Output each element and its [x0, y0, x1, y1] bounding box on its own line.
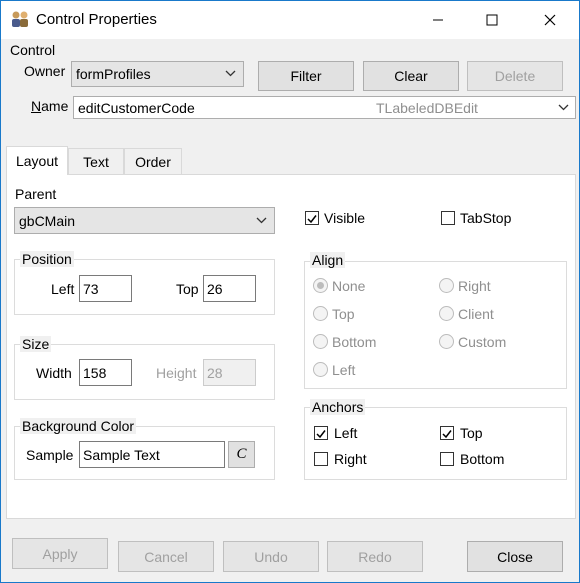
maximize-icon: [486, 14, 498, 26]
align-none-label: None: [332, 278, 366, 294]
filter-button[interactable]: Filter: [258, 61, 354, 91]
left-label: Left: [51, 281, 75, 297]
name-label: Name: [31, 98, 69, 114]
close-window-button[interactable]: [527, 1, 573, 39]
top-input[interactable]: 26: [203, 275, 256, 302]
align-bottom-radio[interactable]: [313, 334, 328, 349]
control-properties-window: Control Properties Control Owner formPro…: [0, 0, 580, 583]
parent-label: Parent: [15, 186, 57, 202]
app-icon: [10, 10, 30, 28]
chevron-down-icon: [558, 104, 569, 111]
cancel-button[interactable]: Cancel: [118, 541, 214, 572]
tab-text[interactable]: Text: [68, 148, 124, 174]
align-group-title: Align: [310, 252, 346, 268]
owner-combo-value: formProfiles: [76, 66, 151, 82]
checkmark-icon: [307, 215, 317, 224]
tab-order[interactable]: Order: [124, 148, 182, 174]
control-group-label: Control: [10, 42, 56, 58]
anchor-bottom-label: Bottom: [460, 451, 505, 467]
anchor-top-label: Top: [460, 425, 483, 441]
width-label: Width: [36, 365, 72, 381]
align-custom-radio[interactable]: [439, 334, 454, 349]
minimize-button[interactable]: [415, 1, 461, 39]
tabstop-checkbox[interactable]: [441, 211, 455, 225]
align-custom-label: Custom: [458, 334, 507, 350]
active-tab-joint: [7, 173, 67, 176]
align-left-label: Left: [332, 362, 356, 378]
apply-button[interactable]: Apply: [12, 538, 108, 569]
undo-button[interactable]: Undo: [223, 541, 319, 572]
chevron-down-icon: [225, 70, 236, 77]
tabstop-label: TabStop: [460, 210, 512, 226]
name-combo[interactable]: editCustomerCode TLabeledDBEdit: [73, 96, 576, 119]
parent-combo-value: gbCMain: [19, 212, 76, 229]
top-label: Top: [176, 281, 199, 297]
anchor-right-checkbox[interactable]: [314, 452, 328, 466]
window-title: Control Properties: [36, 11, 157, 28]
align-top-radio[interactable]: [313, 306, 328, 321]
visible-checkbox[interactable]: [305, 211, 319, 225]
maximize-button[interactable]: [469, 1, 515, 39]
left-input[interactable]: 73: [79, 275, 132, 302]
name-label-rest: ame: [41, 98, 69, 114]
close-button[interactable]: Close: [467, 541, 563, 572]
owner-combo[interactable]: formProfiles: [71, 61, 244, 87]
align-none-radio[interactable]: [313, 278, 328, 293]
title-bar[interactable]: Control Properties: [1, 1, 579, 39]
checkmark-icon: [442, 430, 452, 439]
align-client-radio[interactable]: [439, 306, 454, 321]
align-top-label: Top: [332, 306, 355, 322]
size-group-title: Size: [20, 336, 52, 352]
anchor-left-checkbox[interactable]: [314, 426, 328, 440]
align-left-radio[interactable]: [313, 362, 328, 377]
anchor-left-label: Left: [334, 425, 358, 441]
owner-label: Owner: [24, 63, 66, 79]
minimize-icon: [433, 19, 443, 21]
tab-layout[interactable]: Layout: [6, 146, 68, 175]
height-input[interactable]: 28: [203, 359, 256, 386]
anchor-bottom-checkbox[interactable]: [440, 452, 454, 466]
delete-button[interactable]: Delete: [467, 61, 563, 91]
align-bottom-label: Bottom: [332, 334, 377, 350]
color-picker-button[interactable]: C: [228, 441, 255, 468]
redo-button[interactable]: Redo: [327, 541, 423, 572]
parent-combo[interactable]: gbCMain: [14, 207, 275, 234]
align-right-label: Right: [458, 278, 491, 294]
anchors-group-title: Anchors: [310, 399, 366, 415]
anchor-top-checkbox[interactable]: [440, 426, 454, 440]
anchors-group: [304, 407, 567, 480]
chevron-down-icon: [256, 217, 267, 223]
sample-label: Sample: [26, 447, 74, 463]
height-label: Height: [156, 365, 197, 381]
name-type-label: TLabeledDBEdit: [376, 100, 478, 116]
width-input[interactable]: 158: [79, 359, 132, 386]
anchor-right-label: Right: [334, 451, 367, 467]
align-client-label: Client: [458, 306, 494, 322]
clear-button[interactable]: Clear: [363, 61, 459, 91]
visible-label: Visible: [324, 210, 365, 226]
align-right-radio[interactable]: [439, 278, 454, 293]
name-combo-value: editCustomerCode: [78, 99, 195, 116]
close-icon: [544, 14, 556, 26]
background-color-group-title: Background Color: [20, 418, 137, 434]
checkmark-icon: [316, 430, 326, 439]
sample-text-field[interactable]: Sample Text: [79, 441, 225, 468]
position-group-title: Position: [20, 251, 74, 267]
